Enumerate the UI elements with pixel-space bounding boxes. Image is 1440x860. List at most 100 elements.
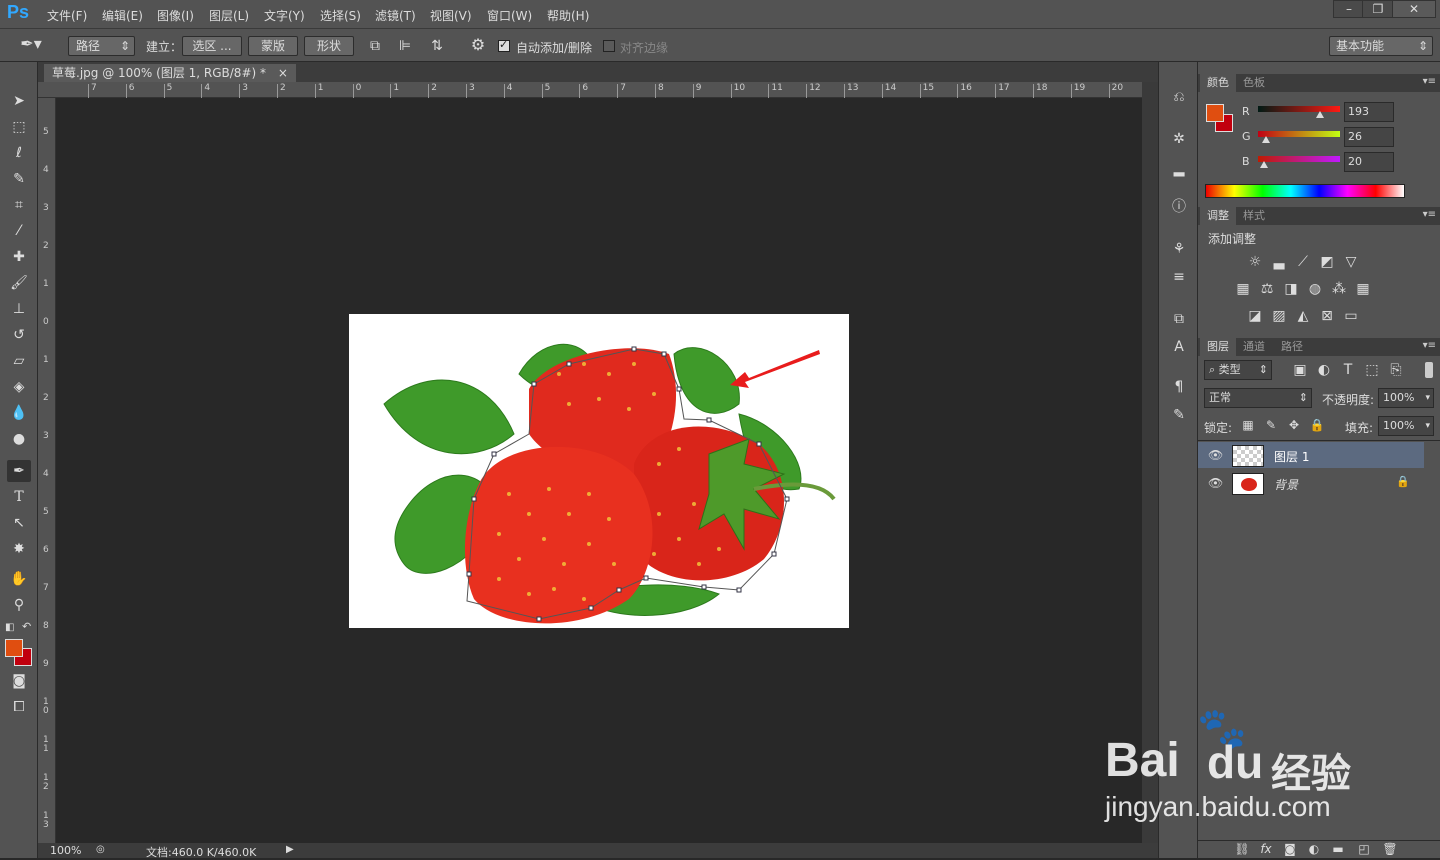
auto-add-delete-checkbox[interactable]: ✓ xyxy=(498,38,510,52)
panel-menu-icon[interactable]: ▾≡ xyxy=(1423,209,1436,220)
eyedropper-tool-icon[interactable]: ⁄ xyxy=(7,220,31,242)
history-panel-icon[interactable]: ⎌ xyxy=(1167,86,1191,108)
g-value[interactable]: 26 xyxy=(1344,127,1394,147)
menu-window[interactable]: 窗口(W) xyxy=(487,7,532,24)
status-info-icon[interactable]: ◎ xyxy=(96,844,105,855)
pen-mode-select[interactable]: 路径 ⇕ xyxy=(68,36,135,56)
navigator-panel-icon[interactable]: ✲ xyxy=(1167,128,1191,150)
fx-icon[interactable]: fx xyxy=(1256,842,1276,856)
link-layers-icon[interactable]: ⛓ xyxy=(1232,842,1252,856)
zoom-tool-icon[interactable]: ⚲ xyxy=(7,594,31,616)
new-adjustment-icon[interactable]: ◐ xyxy=(1304,842,1324,856)
document-tab[interactable]: 草莓.jpg @ 100% (图层 1, RGB/8#) * × xyxy=(44,64,296,82)
tab-styles[interactable]: 样式 xyxy=(1236,207,1272,225)
path-selection-tool-icon[interactable]: ↖ xyxy=(7,512,31,534)
vibrance-icon[interactable]: ▽ xyxy=(1341,254,1361,270)
levels-icon[interactable]: ▃ xyxy=(1269,254,1289,270)
filter-type-icon[interactable]: T xyxy=(1338,362,1358,378)
move-tool-icon[interactable]: ➤ xyxy=(7,90,31,112)
make-mask-button[interactable]: 蒙版 xyxy=(248,36,298,56)
restore-button[interactable]: ❐ xyxy=(1362,0,1394,18)
default-colors-icon[interactable]: ◧ xyxy=(5,622,14,633)
hand-tool-icon[interactable]: ✋ xyxy=(7,568,31,590)
quick-mask-icon[interactable]: ◙ xyxy=(7,670,31,692)
quick-selection-tool-icon[interactable]: ✎ xyxy=(7,168,31,190)
menu-layer[interactable]: 图层(L) xyxy=(209,7,249,24)
tab-layers[interactable]: 图层 xyxy=(1200,338,1236,356)
menu-filter[interactable]: 滤镜(T) xyxy=(375,7,416,24)
menu-file[interactable]: 文件(F) xyxy=(47,7,87,24)
character-panel-icon[interactable]: A xyxy=(1167,336,1191,358)
filter-shape-icon[interactable]: ⬚ xyxy=(1362,362,1382,378)
clone-source-icon[interactable]: ⧉ xyxy=(1167,308,1191,330)
gear-icon[interactable]: ⚙ xyxy=(467,37,489,53)
tab-channels[interactable]: 通道 xyxy=(1236,338,1272,356)
panel-menu-icon[interactable]: ▾≡ xyxy=(1423,76,1436,87)
color-foreground-swatch[interactable] xyxy=(1206,104,1224,122)
color-spectrum-bar[interactable] xyxy=(1205,184,1405,198)
color-lookup-icon[interactable]: ▦ xyxy=(1353,281,1373,297)
tab-color[interactable]: 颜色 xyxy=(1200,74,1236,92)
pen-tool-icon[interactable]: ✒ xyxy=(7,460,31,482)
lock-pixels-icon[interactable]: ✎ xyxy=(1261,418,1281,432)
b-slider[interactable] xyxy=(1258,156,1340,162)
marquee-tool-icon[interactable]: ⬚ xyxy=(7,116,31,138)
strawberry-image[interactable] xyxy=(349,314,849,628)
lock-position-icon[interactable]: ✥ xyxy=(1284,418,1304,432)
lock-transparent-icon[interactable]: ▦ xyxy=(1238,418,1258,432)
r-value[interactable]: 193 xyxy=(1344,102,1394,122)
threshold-icon[interactable]: ◭ xyxy=(1293,308,1313,324)
r-slider[interactable] xyxy=(1258,106,1340,112)
channel-mixer-icon[interactable]: ⁂ xyxy=(1329,281,1349,297)
path-alignment-icon[interactable]: ⊫ xyxy=(396,39,414,53)
color-balance-icon[interactable]: ⚖ xyxy=(1257,281,1277,297)
blur-tool-icon[interactable]: 💧 xyxy=(7,402,31,424)
invert-icon[interactable]: ◪ xyxy=(1245,308,1265,324)
status-menu-arrow-icon[interactable]: ▶ xyxy=(286,844,294,855)
menu-help[interactable]: 帮助(H) xyxy=(547,7,589,24)
brightness-icon[interactable]: ☼ xyxy=(1245,254,1265,270)
brush-presets-icon[interactable]: ≡ xyxy=(1167,266,1191,288)
trash-icon[interactable]: 🗑 xyxy=(1380,842,1400,856)
make-selection-button[interactable]: 选区 ... xyxy=(182,36,242,56)
hue-saturation-icon[interactable]: ▦ xyxy=(1233,281,1253,297)
eraser-tool-icon[interactable]: ▱ xyxy=(7,350,31,372)
tab-swatches[interactable]: 色板 xyxy=(1236,74,1272,92)
dodge-tool-icon[interactable]: ● xyxy=(7,428,31,450)
zoom-level[interactable]: 100% xyxy=(50,844,81,857)
b-value[interactable]: 20 xyxy=(1344,152,1394,172)
tab-paths[interactable]: 路径 xyxy=(1274,338,1310,356)
panel-menu-icon[interactable]: ▾≡ xyxy=(1423,340,1436,351)
layer-row-1[interactable]: 👁 图层 1 xyxy=(1198,442,1424,468)
tab-adjustments[interactable]: 调整 xyxy=(1200,207,1236,225)
paragraph-panel-icon[interactable]: ¶ xyxy=(1167,376,1191,398)
foreground-color-swatch[interactable] xyxy=(5,639,23,657)
brush-tool-icon[interactable]: 🖌 xyxy=(7,272,31,294)
close-tab-icon[interactable]: × xyxy=(278,66,288,80)
custom-shape-tool-icon[interactable]: ✸ xyxy=(7,538,31,560)
histogram-panel-icon[interactable]: ▂ xyxy=(1167,158,1191,180)
fill-input[interactable]: 100% ▾ xyxy=(1378,416,1434,436)
close-window-button[interactable]: ✕ xyxy=(1392,0,1436,18)
filter-adjustment-icon[interactable]: ◐ xyxy=(1314,362,1334,378)
path-arrangement-icon[interactable]: ⇅ xyxy=(426,39,448,53)
crop-tool-icon[interactable]: ⌗ xyxy=(7,194,31,216)
filter-smart-object-icon[interactable]: ⎘ xyxy=(1386,362,1406,378)
minimize-button[interactable]: – xyxy=(1333,0,1365,18)
photo-filter-icon[interactable]: ◍ xyxy=(1305,281,1325,297)
black-white-icon[interactable]: ◨ xyxy=(1281,281,1301,297)
eye-icon[interactable]: 👁 xyxy=(1208,448,1223,462)
add-mask-icon[interactable]: ◙ xyxy=(1280,842,1300,856)
menu-image[interactable]: 图像(I) xyxy=(157,7,194,24)
path-operations-icon[interactable]: ⧉ xyxy=(366,39,384,53)
workspace-select[interactable]: 基本功能 ⇕ xyxy=(1329,36,1433,56)
menu-type[interactable]: 文字(Y) xyxy=(264,7,305,24)
type-tool-icon[interactable]: T xyxy=(7,486,31,508)
clone-stamp-tool-icon[interactable]: ⊥ xyxy=(7,298,31,320)
r-slider-thumb-icon[interactable] xyxy=(1316,111,1325,118)
posterize-icon[interactable]: ▨ xyxy=(1269,308,1289,324)
menu-edit[interactable]: 编辑(E) xyxy=(102,7,143,24)
g-slider-thumb-icon[interactable] xyxy=(1262,136,1271,143)
swap-colors-icon[interactable]: ↶ xyxy=(22,620,31,633)
opacity-input[interactable]: 100% ▾ xyxy=(1378,388,1434,408)
